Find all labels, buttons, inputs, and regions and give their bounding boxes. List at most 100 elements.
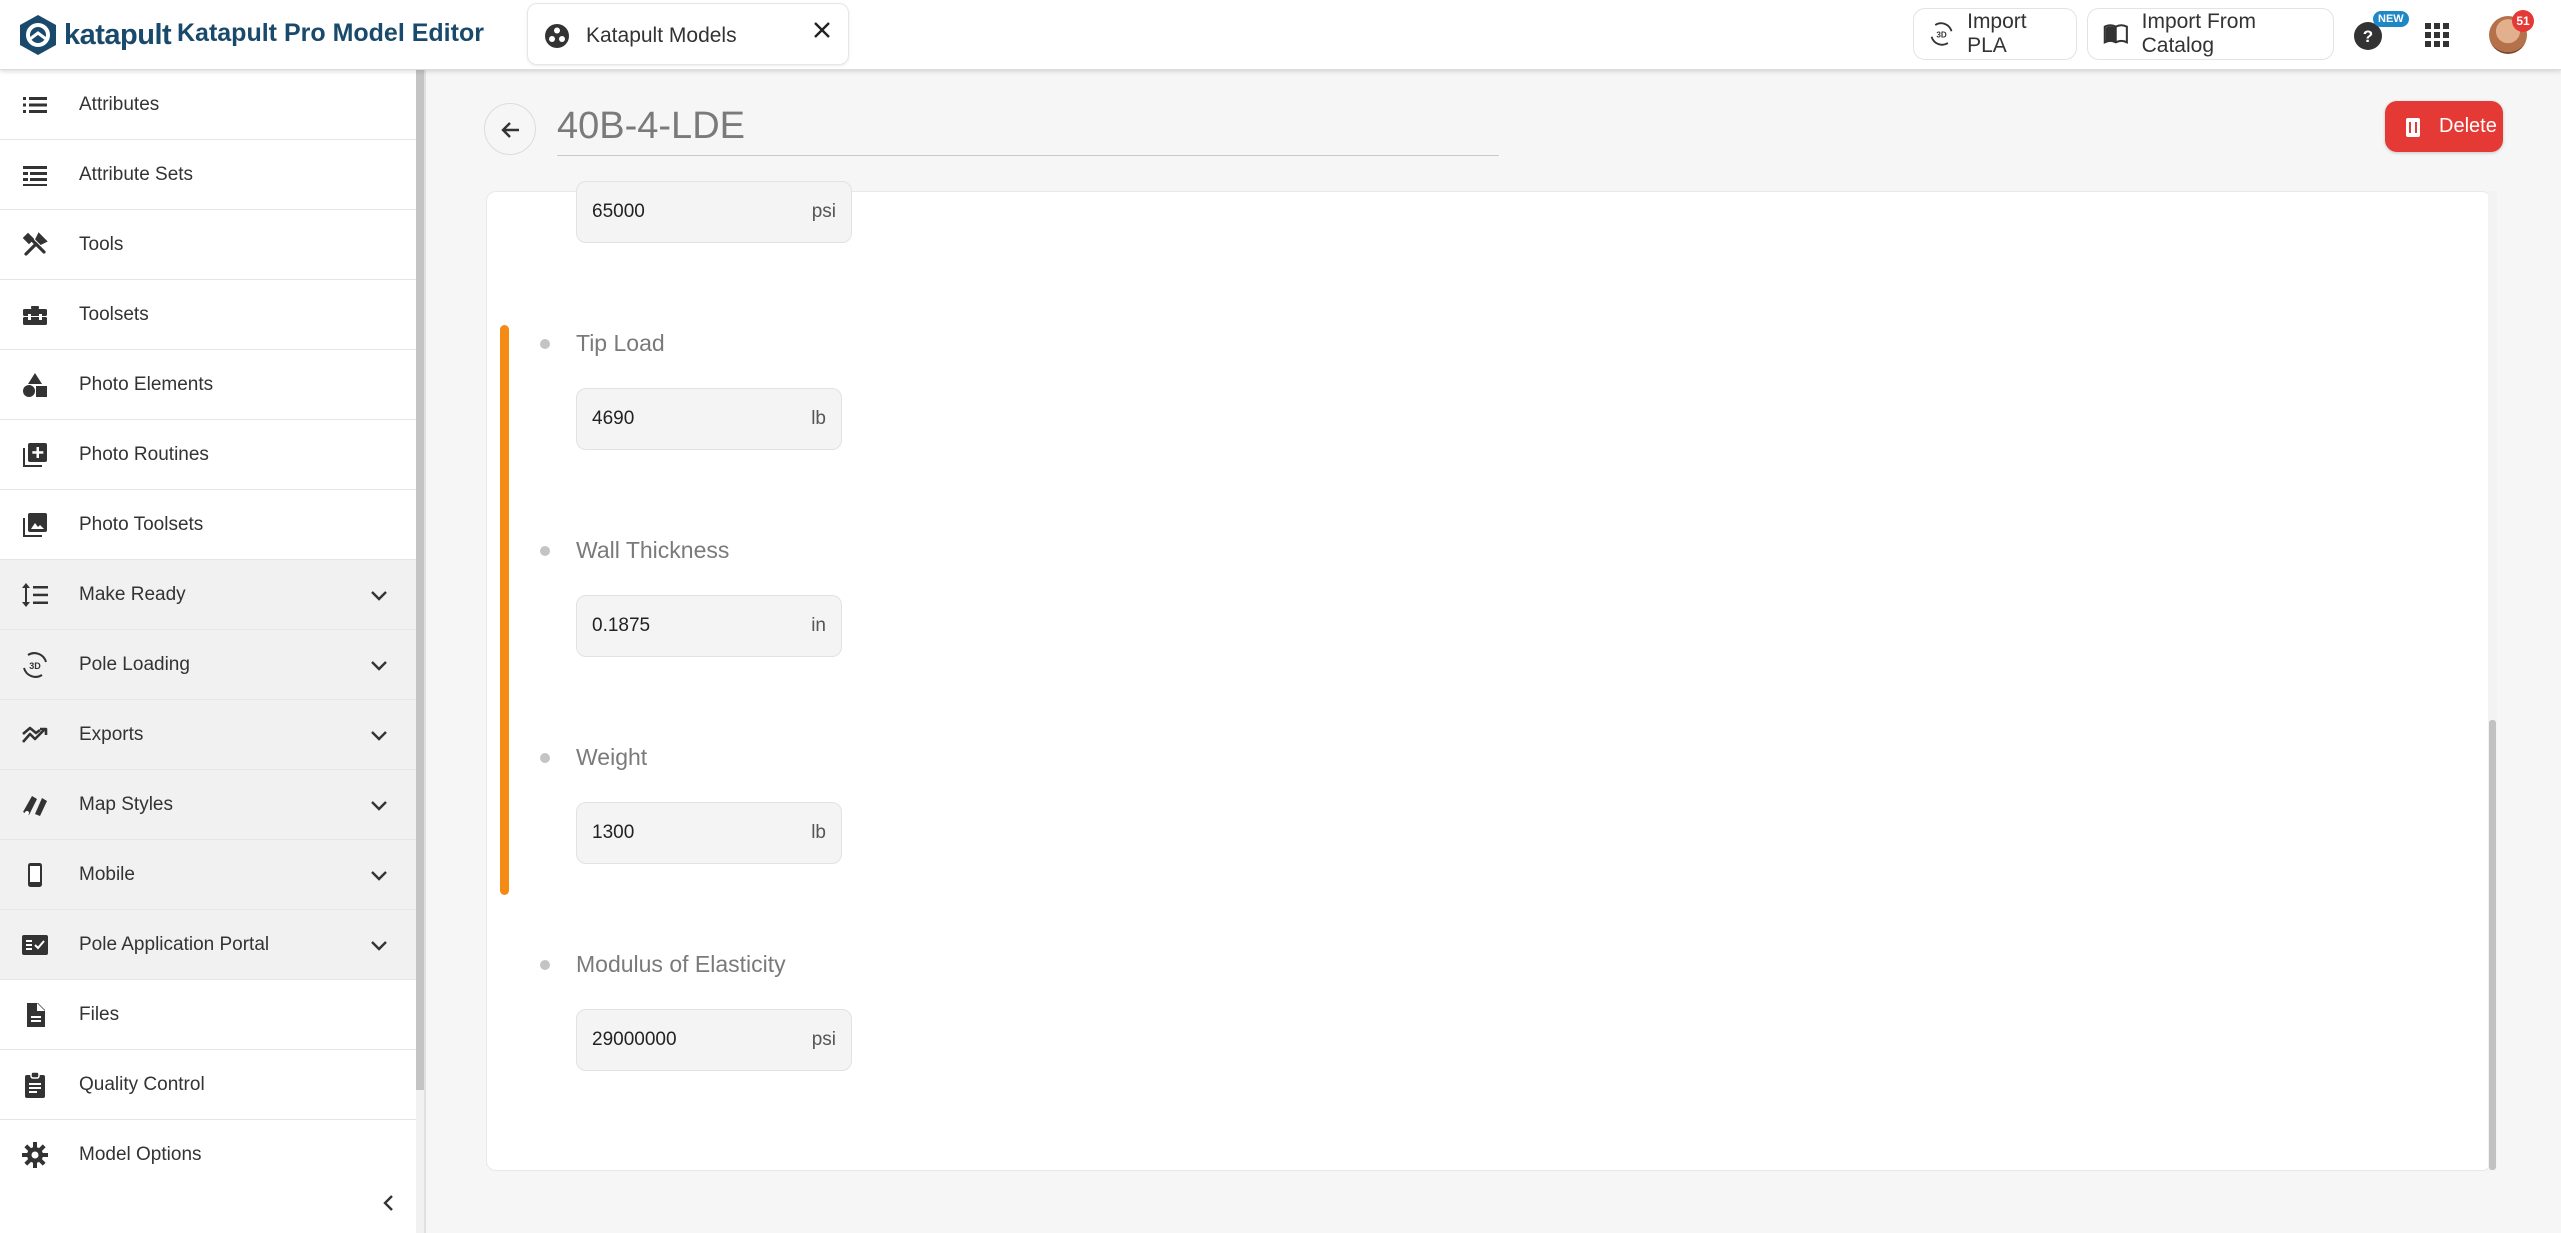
logo-text: katapult — [64, 18, 172, 51]
app-title: Katapult Pro Model Editor — [177, 19, 484, 47]
table-rows-icon — [23, 165, 47, 186]
field-value: 0.1875 — [592, 615, 651, 636]
chevron-down-icon — [371, 870, 387, 881]
book-icon — [2103, 24, 2128, 44]
svg-text:3D: 3D — [1936, 31, 1947, 40]
sidebar-item-label: Tools — [79, 233, 124, 255]
list-icon — [23, 96, 47, 113]
wall-thickness-field[interactable]: 0.1875 in — [576, 595, 842, 657]
sidebar-item-toolsets[interactable]: Toolsets — [0, 280, 416, 350]
model-name-input[interactable]: 40B-4-LDE — [557, 105, 745, 148]
sidebar-item-files[interactable]: Files — [0, 980, 416, 1050]
clipboard-icon — [25, 1070, 45, 1098]
trash-icon — [2406, 117, 2420, 137]
sidebar-item-label: Quality Control — [79, 1073, 205, 1095]
collapse-sidebar-icon[interactable] — [377, 1191, 401, 1215]
sidebar-scroll-track — [416, 1090, 424, 1233]
sidebar-item-label: Photo Routines — [79, 443, 209, 465]
sidebar-item-attribute-sets[interactable]: Attribute Sets — [0, 140, 416, 210]
bullet — [540, 546, 550, 556]
chevron-down-icon — [371, 730, 387, 741]
sidebar-item-label: Pole Loading — [79, 653, 190, 675]
field-label: Tip Load — [576, 330, 665, 356]
svg-text:?: ? — [2363, 27, 2373, 46]
sidebar-item-label: Mobile — [79, 863, 135, 885]
sidebar-item-model-options[interactable]: Model Options — [0, 1120, 416, 1190]
3d-rotation-icon: 3D — [23, 651, 47, 678]
bullet — [540, 753, 550, 763]
tip-load-field[interactable]: 4690 lb — [576, 388, 842, 450]
sidebar-item-label: Photo Toolsets — [79, 513, 204, 535]
app-header: katapult Katapult Pro Model Editor Katap… — [0, 0, 2561, 70]
shapes-icon — [23, 372, 47, 397]
sidebar-item-attributes[interactable]: Attributes — [0, 70, 416, 140]
sidebar-item-label: Toolsets — [79, 303, 149, 325]
bullet — [540, 960, 550, 970]
sidebar-item-label: Exports — [79, 723, 144, 745]
new-badge: NEW — [2373, 11, 2409, 27]
sidebar-item-label: Photo Elements — [79, 373, 214, 395]
notification-count-badge: 51 — [2512, 10, 2534, 32]
trending-icon — [22, 726, 48, 743]
modulus-of-elasticity-field[interactable]: 29000000 psi — [576, 1009, 852, 1071]
sidebar-item-label: Pole Application Portal — [79, 933, 270, 955]
card-scrollbar[interactable] — [2489, 720, 2496, 1170]
map-styles-icon — [23, 795, 47, 816]
sidebar-item-photo-toolsets[interactable]: Photo Toolsets — [0, 490, 416, 560]
chevron-down-icon — [371, 800, 387, 811]
sidebar-scrollbar[interactable] — [416, 70, 424, 1090]
field-unit: psi — [811, 1029, 836, 1050]
svg-text:3D: 3D — [29, 661, 41, 671]
field-unit: lb — [811, 822, 826, 843]
sidebar-item-photo-elements[interactable]: Photo Elements — [0, 350, 416, 420]
sidebar-item-pole-loading[interactable]: 3D Pole Loading — [0, 630, 416, 700]
model-tab[interactable]: Katapult Models — [527, 3, 849, 65]
katapult-logo-icon — [20, 15, 56, 55]
import-from-catalog-button[interactable]: Import From Catalog — [2087, 8, 2334, 60]
back-button[interactable] — [484, 103, 536, 155]
sidebar-item-make-ready[interactable]: Make Ready — [0, 560, 416, 630]
sidebar-divider — [424, 70, 426, 1233]
tools-icon — [22, 231, 48, 256]
toolbox-icon — [23, 305, 47, 325]
delete-button[interactable]: Delete — [2385, 101, 2503, 152]
field-value: 4690 — [592, 408, 635, 429]
selection-indicator — [500, 325, 509, 895]
field-unit: in — [811, 615, 826, 636]
field-unit: psi — [811, 201, 836, 222]
sidebar-item-exports[interactable]: Exports — [0, 700, 416, 770]
phone-icon — [28, 862, 42, 887]
sidebar-item-label: Files — [79, 1003, 120, 1025]
katapult-logo[interactable]: katapult — [16, 13, 172, 57]
sidebar-item-label: Model Options — [79, 1144, 202, 1165]
sidebar-item-tools[interactable]: Tools — [0, 210, 416, 280]
sidebar-item-photo-routines[interactable]: Photo Routines — [0, 420, 416, 490]
chevron-down-icon — [371, 660, 387, 671]
gear-icon — [22, 1142, 48, 1168]
strength-field[interactable]: 65000 psi — [576, 181, 852, 243]
apps-grid-icon[interactable] — [2424, 22, 2450, 48]
sidebar-item-label: Make Ready — [79, 583, 186, 605]
file-icon — [27, 1002, 45, 1027]
import-pla-button[interactable]: 3D Import PLA — [1913, 8, 2077, 60]
add-box-icon — [23, 442, 47, 467]
sidebar-item-map-styles[interactable]: Map Styles — [0, 770, 416, 840]
field-value: 1300 — [592, 822, 635, 843]
close-icon[interactable] — [810, 18, 834, 42]
sidebar-item-quality-control[interactable]: Quality Control — [0, 1050, 416, 1120]
sidebar-item-pole-application-portal[interactable]: Pole Application Portal — [0, 910, 416, 980]
field-label: Wall Thickness — [576, 537, 730, 563]
title-underline — [557, 155, 1499, 156]
model-tab-label: Katapult Models — [586, 24, 737, 47]
sidebar-item-label: Attributes — [79, 93, 160, 115]
sidebar-item-mobile[interactable]: Mobile — [0, 840, 416, 910]
field-value: 29000000 — [592, 1029, 677, 1050]
delete-label: Delete — [2439, 115, 2497, 137]
weight-field[interactable]: 1300 lb — [576, 802, 842, 864]
field-value: 65000 — [592, 201, 645, 222]
fact-check-icon — [22, 934, 48, 955]
sidebar-item-label: Map Styles — [79, 793, 173, 815]
field-label: Modulus of Elasticity — [576, 951, 786, 977]
format-line-spacing-icon — [22, 582, 48, 607]
3d-rotation-icon: 3D — [1930, 22, 1953, 46]
